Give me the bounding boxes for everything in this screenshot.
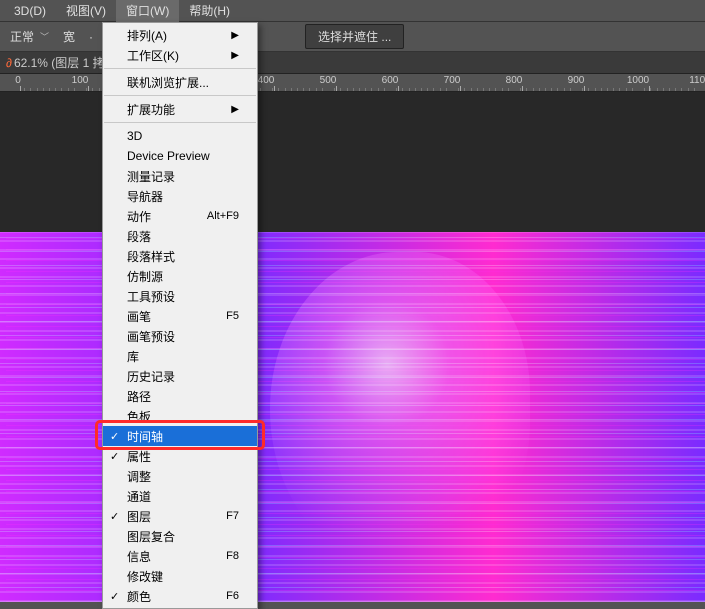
menu-窗口[interactable]: 窗口(W) bbox=[116, 0, 179, 22]
menu-item-label: 动作 bbox=[127, 208, 151, 225]
menu-item-属性[interactable]: ✓ 属性 bbox=[103, 446, 257, 466]
submenu-arrow-icon: ▶ bbox=[231, 30, 239, 41]
menu-item-Device Preview[interactable]: Device Preview bbox=[103, 146, 257, 166]
menu-item-路径[interactable]: 路径 bbox=[103, 386, 257, 406]
select-and-mask-label: 选择并遮住 ... bbox=[318, 28, 391, 45]
menu-item-label: 扩展功能 bbox=[127, 101, 175, 118]
menu-item-shortcut: F8 bbox=[226, 550, 239, 562]
menu-item-排列(A)[interactable]: 排列(A) ▶ bbox=[103, 25, 257, 45]
submenu-arrow-icon: ▶ bbox=[231, 104, 239, 115]
menu-item-label: 工作区(K) bbox=[127, 47, 179, 64]
menu-item-label: 段落样式 bbox=[127, 248, 175, 265]
menu-item-联机浏览扩展...[interactable]: 联机浏览扩展... bbox=[103, 72, 257, 92]
menu-item-label: Device Preview bbox=[127, 149, 210, 163]
menu-item-shortcut: F6 bbox=[226, 590, 239, 602]
width-label: 宽 bbox=[63, 28, 75, 45]
check-icon: ✓ bbox=[110, 590, 119, 603]
menu-item-shortcut: F5 bbox=[226, 310, 239, 322]
menu-item-色板[interactable]: 色板 bbox=[103, 406, 257, 426]
tab-indicator-icon: ∂ bbox=[6, 56, 12, 70]
menu-帮助[interactable]: 帮助(H) bbox=[179, 0, 240, 22]
menu-item-3D[interactable]: 3D bbox=[103, 126, 257, 146]
menu-item-shortcut: Alt+F9 bbox=[207, 210, 239, 222]
check-icon: ✓ bbox=[110, 430, 119, 443]
menu-item-历史记录[interactable]: 历史记录 bbox=[103, 366, 257, 386]
menu-item-仿制源[interactable]: 仿制源 bbox=[103, 266, 257, 286]
menu-item-label: 通道 bbox=[127, 488, 151, 505]
menu-item-label: 路径 bbox=[127, 388, 151, 405]
menu-item-label: 排列(A) bbox=[127, 27, 167, 44]
select-and-mask-button[interactable]: 选择并遮住 ... bbox=[305, 24, 404, 49]
ruler-tick: 0 bbox=[18, 75, 24, 91]
menu-item-画笔[interactable]: 画笔 F5 bbox=[103, 306, 257, 326]
menu-item-label: 测量记录 bbox=[127, 168, 175, 185]
window-menu-dropdown: 排列(A) ▶ 工作区(K) ▶ 联机浏览扩展... 扩展功能 ▶ 3D Device Prev… bbox=[102, 22, 258, 609]
menu-item-段落[interactable]: 段落 bbox=[103, 226, 257, 246]
menu-item-label: 画笔预设 bbox=[127, 328, 175, 345]
submenu-arrow-icon: ▶ bbox=[231, 50, 239, 61]
menu-视图[interactable]: 视图(V) bbox=[56, 0, 116, 22]
menu-item-动作[interactable]: 动作 Alt+F9 bbox=[103, 206, 257, 226]
menu-item-label: 段落 bbox=[127, 228, 151, 245]
menu-item-label: 库 bbox=[127, 348, 139, 365]
menu-item-shortcut: F7 bbox=[226, 510, 239, 522]
menu-item-修改键[interactable]: 修改键 bbox=[103, 566, 257, 586]
menu-3d[interactable]: 3D(D) bbox=[4, 1, 56, 21]
menu-item-工具预设[interactable]: 工具预设 bbox=[103, 286, 257, 306]
blend-mode-label: 正常 bbox=[10, 28, 34, 45]
menu-item-label: 属性 bbox=[127, 448, 151, 465]
menu-item-段落样式[interactable]: 段落样式 bbox=[103, 246, 257, 266]
ruler-tick: 800 bbox=[514, 75, 531, 91]
menu-item-图层[interactable]: ✓ 图层 F7 bbox=[103, 506, 257, 526]
menu-item-label: 色板 bbox=[127, 408, 151, 425]
menu-item-label: 调整 bbox=[127, 468, 151, 485]
menu-item-测量记录[interactable]: 测量记录 bbox=[103, 166, 257, 186]
menu-item-导航器[interactable]: 导航器 bbox=[103, 186, 257, 206]
menu-item-label: 时间轴 bbox=[127, 428, 163, 445]
chevron-down-icon: ﹀ bbox=[40, 30, 49, 43]
check-icon: ✓ bbox=[110, 450, 119, 463]
menu-item-label: 画笔 bbox=[127, 308, 151, 325]
menu-item-调整[interactable]: 调整 bbox=[103, 466, 257, 486]
menu-item-label: 仿制源 bbox=[127, 268, 163, 285]
menu-item-label: 联机浏览扩展... bbox=[127, 74, 209, 91]
portrait-image bbox=[270, 252, 530, 572]
menu-item-扩展功能[interactable]: 扩展功能 ▶ bbox=[103, 99, 257, 119]
menu-item-库[interactable]: 库 bbox=[103, 346, 257, 366]
control-a[interactable]: · bbox=[89, 30, 93, 44]
menu-item-label: 图层 bbox=[127, 508, 151, 525]
ruler-tick: 100 bbox=[80, 75, 97, 91]
menu-item-label: 3D bbox=[127, 129, 142, 143]
menu-item-工作区(K)[interactable]: 工作区(K) ▶ bbox=[103, 45, 257, 65]
menu-item-信息[interactable]: 信息 F8 bbox=[103, 546, 257, 566]
menu-item-label: 图层复合 bbox=[127, 528, 175, 545]
check-icon: ✓ bbox=[110, 510, 119, 523]
ruler-tick: 600 bbox=[390, 75, 407, 91]
menu-item-画笔预设[interactable]: 画笔预设 bbox=[103, 326, 257, 346]
menu-item-通道[interactable]: 通道 bbox=[103, 486, 257, 506]
menu-separator bbox=[104, 68, 256, 69]
menu-item-时间轴[interactable]: ✓ 时间轴 bbox=[103, 426, 257, 446]
menu-separator bbox=[104, 122, 256, 123]
menu-bar: 3D(D)视图(V)窗口(W)帮助(H) bbox=[0, 0, 705, 22]
menu-separator bbox=[104, 95, 256, 96]
ruler-tick: 900 bbox=[576, 75, 593, 91]
document-tab-title[interactable]: 62.1% (图层 1 拷 bbox=[14, 54, 105, 71]
menu-item-label: 历史记录 bbox=[127, 368, 175, 385]
menu-item-颜色[interactable]: ✓颜色F6 bbox=[103, 586, 257, 606]
menu-item-label: 信息 bbox=[127, 548, 151, 565]
menu-item-label: 修改键 bbox=[127, 568, 163, 585]
menu-item-label: 导航器 bbox=[127, 188, 163, 205]
ruler-tick: 400 bbox=[266, 75, 283, 91]
ruler-tick: 500 bbox=[328, 75, 345, 91]
ruler-tick: 700 bbox=[452, 75, 469, 91]
menu-item-图层复合[interactable]: 图层复合 bbox=[103, 526, 257, 546]
ruler-tick: 1100 bbox=[700, 75, 705, 91]
blend-mode-select[interactable]: 正常 ﹀ bbox=[10, 28, 49, 45]
menu-item-label: 工具预设 bbox=[127, 288, 175, 305]
